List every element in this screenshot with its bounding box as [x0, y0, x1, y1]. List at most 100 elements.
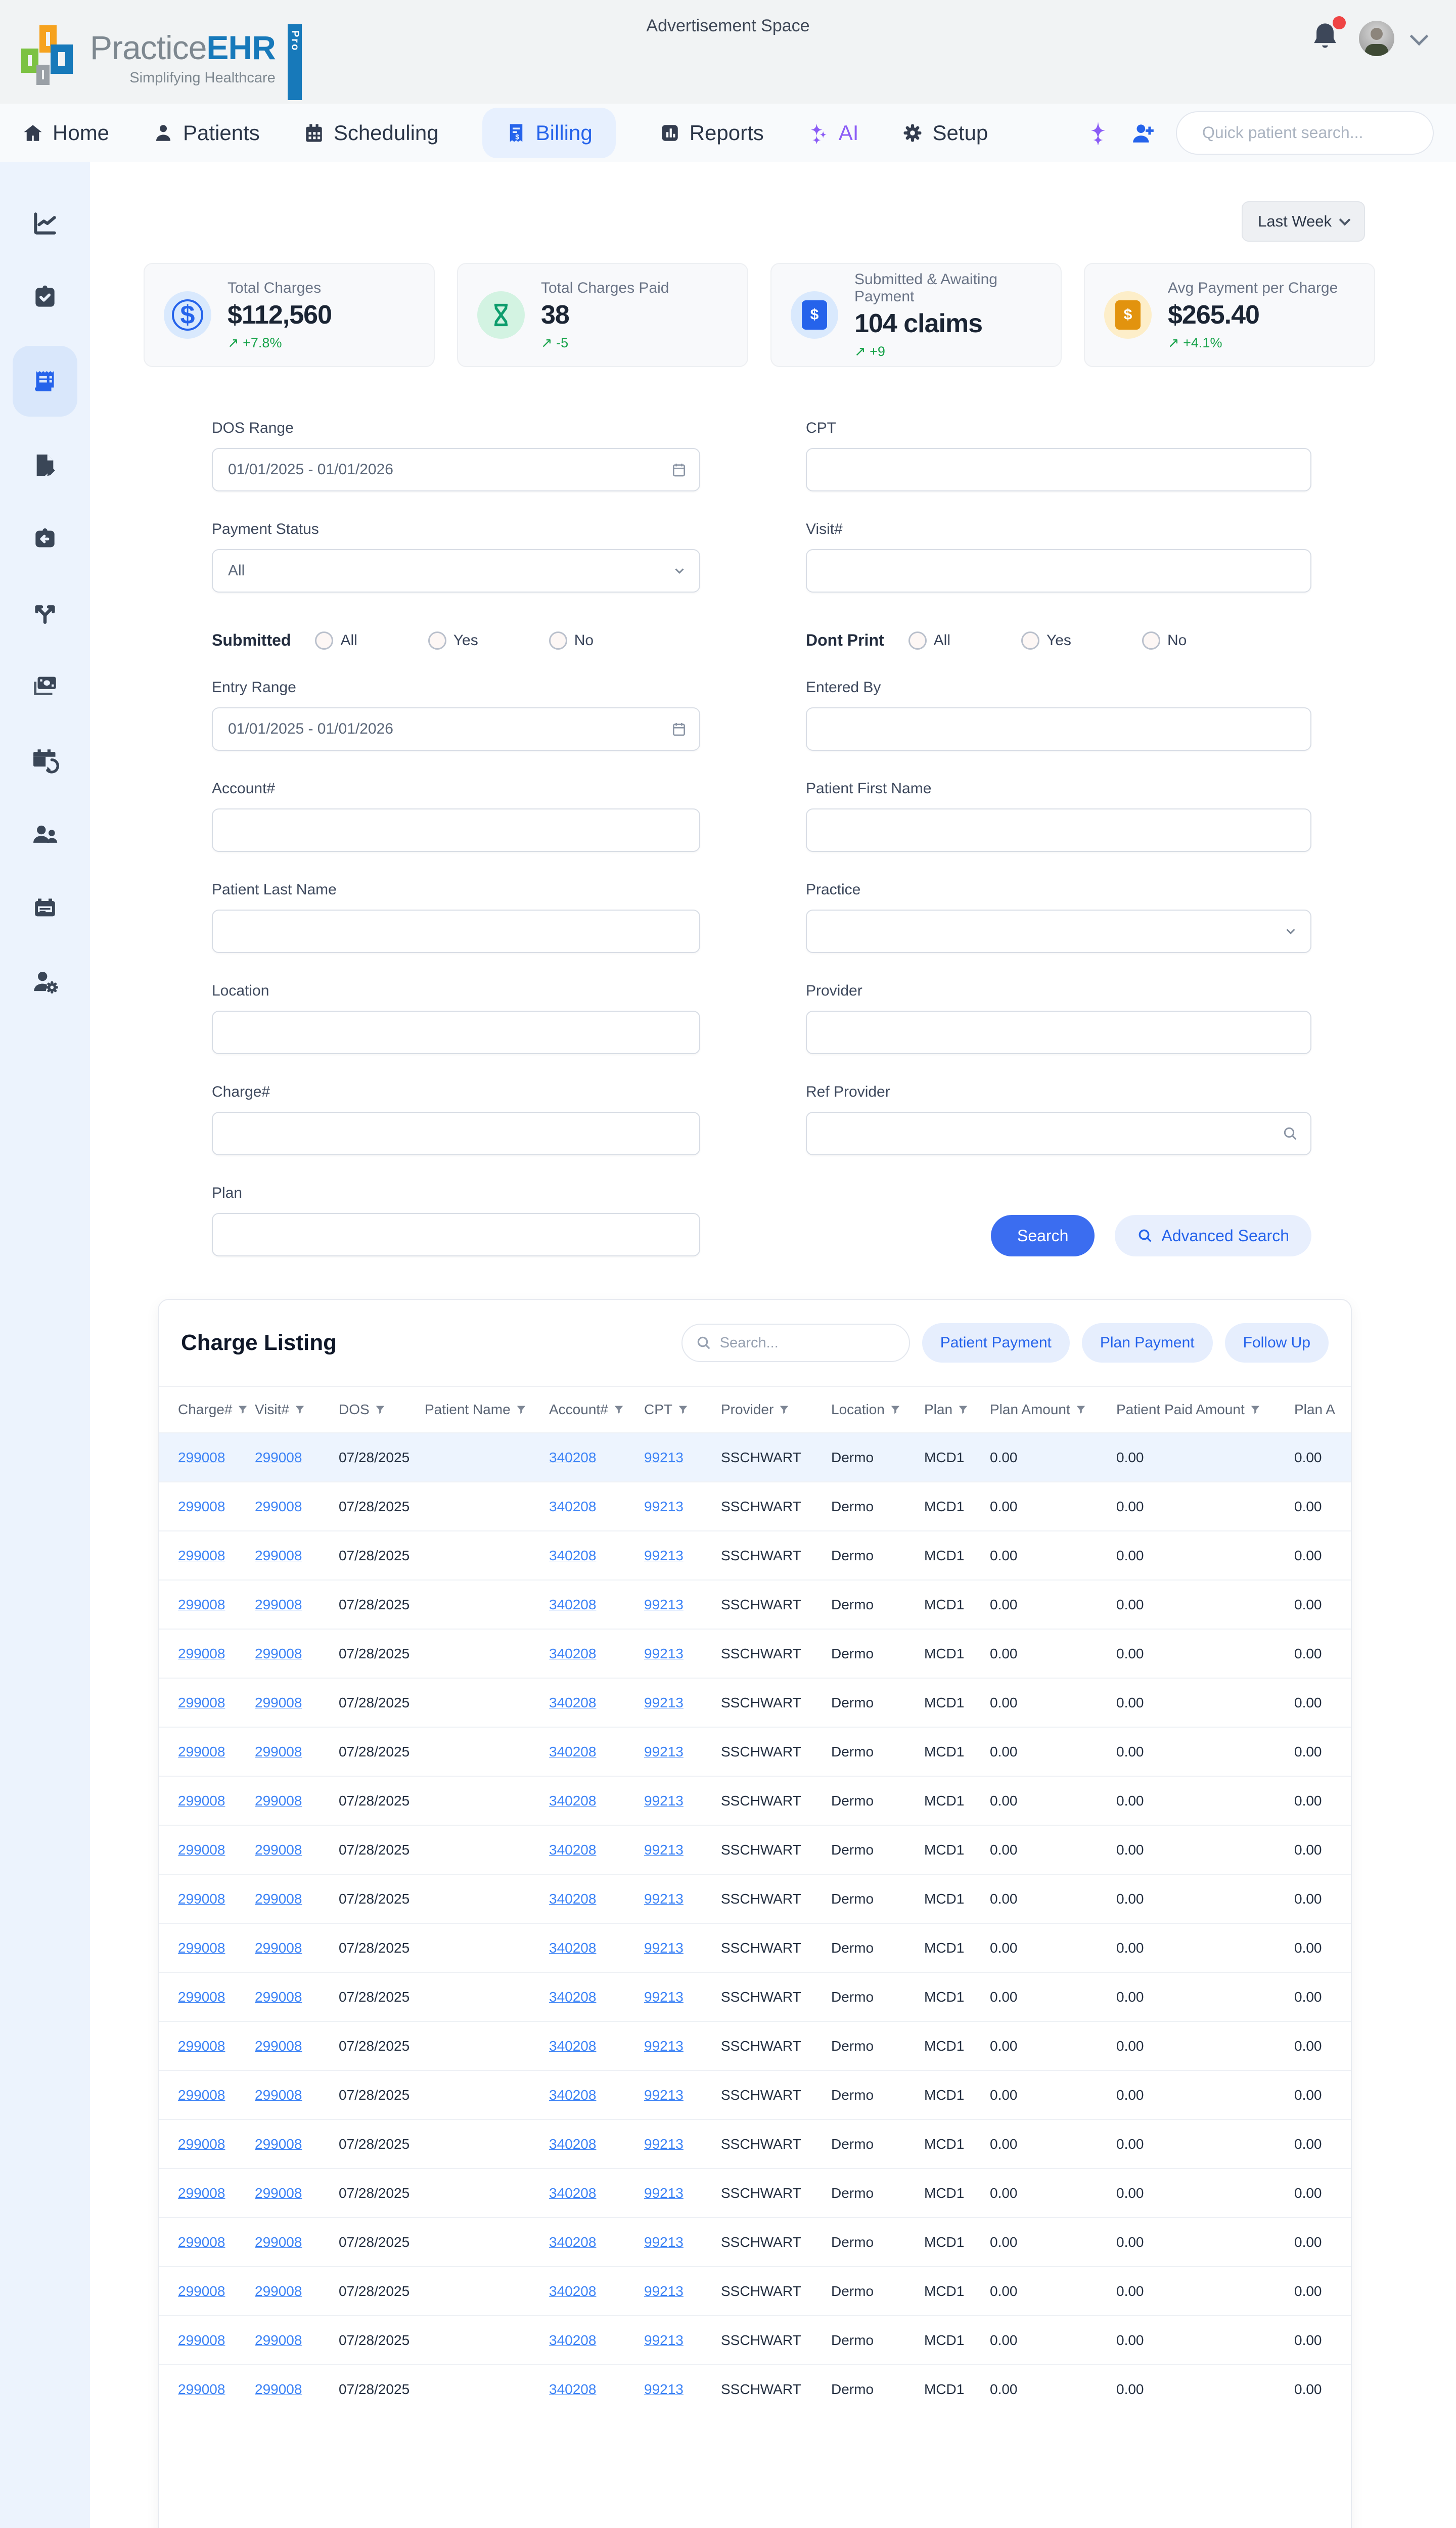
table-row[interactable]: 29900829900807/28/202534020899213SSCHWAR…: [159, 1825, 1352, 1874]
cell-link[interactable]: 299008: [255, 1450, 302, 1465]
user-avatar[interactable]: [1359, 21, 1394, 56]
cell-link[interactable]: 340208: [549, 2185, 596, 2201]
cell-link[interactable]: 99213: [644, 1450, 684, 1465]
nav-item-billing[interactable]: $ Billing: [482, 108, 616, 158]
quick-patient-search[interactable]: [1176, 111, 1434, 155]
column-header-plan[interactable]: Plan: [924, 1386, 990, 1433]
filter-funnel-icon[interactable]: [294, 1404, 305, 1416]
filter-funnel-icon[interactable]: [516, 1404, 527, 1416]
cell-link[interactable]: 299008: [255, 2185, 302, 2201]
sidebar-item-tasks[interactable]: [13, 272, 77, 323]
cell-link[interactable]: 99213: [644, 1646, 684, 1661]
cell-link[interactable]: 299008: [255, 1597, 302, 1612]
visit-input[interactable]: [806, 549, 1311, 593]
cell-link[interactable]: 340208: [549, 1695, 596, 1710]
dos-range-input[interactable]: [212, 448, 700, 491]
add-patient-icon[interactable]: [1130, 120, 1156, 146]
quick-patient-search-input[interactable]: [1202, 123, 1415, 142]
column-header-patient-paid-amount[interactable]: Patient Paid Amount: [1116, 1386, 1294, 1433]
cell-link[interactable]: 99213: [644, 2234, 684, 2250]
dont-print-option-all[interactable]: All: [908, 631, 950, 650]
table-row[interactable]: 29900829900807/28/202534020899213SSCHWAR…: [159, 2316, 1352, 2365]
table-row[interactable]: 29900829900807/28/202534020899213SSCHWAR…: [159, 1433, 1352, 1482]
cell-link[interactable]: 299008: [178, 1940, 225, 1956]
ai-assistant-sparkle-icon[interactable]: [1086, 121, 1110, 145]
entered-by-input[interactable]: [806, 707, 1311, 751]
table-search[interactable]: [681, 1324, 910, 1362]
entry-range-input[interactable]: [212, 707, 700, 751]
submitted-option-all[interactable]: All: [315, 631, 357, 650]
cell-link[interactable]: 340208: [549, 2283, 596, 2299]
table-row[interactable]: 29900829900807/28/202534020899213SSCHWAR…: [159, 2267, 1352, 2316]
column-header-cpt[interactable]: CPT: [644, 1386, 721, 1433]
cell-link[interactable]: 299008: [178, 2332, 225, 2348]
cell-link[interactable]: 299008: [255, 2234, 302, 2250]
filter-funnel-icon[interactable]: [779, 1404, 790, 1416]
cell-link[interactable]: 299008: [255, 1793, 302, 1809]
cell-link[interactable]: 99213: [644, 1793, 684, 1809]
cell-link[interactable]: 299008: [178, 2283, 225, 2299]
nav-item-scheduling[interactable]: Scheduling: [303, 121, 439, 145]
table-row[interactable]: 29900829900807/28/202534020899213SSCHWAR…: [159, 1678, 1352, 1727]
cpt-input[interactable]: [806, 448, 1311, 491]
sidebar-item-patient-groups[interactable]: [13, 809, 77, 860]
cell-link[interactable]: 99213: [644, 1597, 684, 1612]
cell-link[interactable]: 99213: [644, 1548, 684, 1563]
filter-funnel-icon[interactable]: [613, 1404, 624, 1416]
cell-link[interactable]: 99213: [644, 2136, 684, 2152]
filter-funnel-icon[interactable]: [890, 1404, 901, 1416]
table-row[interactable]: 29900829900807/28/202534020899213SSCHWAR…: [159, 2119, 1352, 2169]
cell-link[interactable]: 299008: [178, 1450, 225, 1465]
table-row[interactable]: 29900829900807/28/202534020899213SSCHWAR…: [159, 1972, 1352, 2021]
cell-link[interactable]: 340208: [549, 2136, 596, 2152]
filter-funnel-icon[interactable]: [375, 1404, 386, 1416]
nav-item-reports[interactable]: Reports: [659, 121, 764, 145]
cell-link[interactable]: 299008: [255, 1940, 302, 1956]
period-select[interactable]: Last Week: [1242, 201, 1365, 242]
plan-payment-button[interactable]: Plan Payment: [1082, 1323, 1213, 1363]
cell-link[interactable]: 340208: [549, 1646, 596, 1661]
table-row[interactable]: 29900829900807/28/202534020899213SSCHWAR…: [159, 2021, 1352, 2070]
cell-link[interactable]: 340208: [549, 1450, 596, 1465]
cell-link[interactable]: 299008: [255, 1842, 302, 1858]
table-row[interactable]: 29900829900807/28/202534020899213SSCHWAR…: [159, 1629, 1352, 1678]
cell-link[interactable]: 99213: [644, 1989, 684, 2005]
patient-first-name-input[interactable]: [806, 808, 1311, 852]
sidebar-item-charge-entry[interactable]: [13, 440, 77, 490]
cell-link[interactable]: 299008: [178, 2038, 225, 2054]
cell-link[interactable]: 299008: [178, 1891, 225, 1907]
column-header-patient-name[interactable]: Patient Name: [425, 1386, 549, 1433]
cell-link[interactable]: 299008: [178, 1793, 225, 1809]
column-header-plan-amount[interactable]: Plan Amount: [990, 1386, 1116, 1433]
cell-link[interactable]: 299008: [178, 1695, 225, 1710]
cell-link[interactable]: 340208: [549, 2381, 596, 2397]
filter-funnel-icon[interactable]: [1250, 1404, 1261, 1416]
cell-link[interactable]: 299008: [255, 2087, 302, 2103]
cell-link[interactable]: 299008: [255, 2283, 302, 2299]
cell-link[interactable]: 299008: [255, 1695, 302, 1710]
cell-link[interactable]: 99213: [644, 2087, 684, 2103]
cell-link[interactable]: 340208: [549, 1744, 596, 1759]
cell-link[interactable]: 299008: [255, 1499, 302, 1514]
table-row[interactable]: 29900829900807/28/202534020899213SSCHWAR…: [159, 2365, 1352, 2414]
column-header-charge-[interactable]: Charge#: [159, 1386, 255, 1433]
table-row[interactable]: 29900829900807/28/202534020899213SSCHWAR…: [159, 2169, 1352, 2218]
cell-link[interactable]: 340208: [549, 1597, 596, 1612]
practice-select[interactable]: [806, 910, 1311, 953]
location-input[interactable]: [212, 1011, 700, 1054]
cell-link[interactable]: 299008: [178, 1989, 225, 2005]
submitted-option-yes[interactable]: Yes: [428, 631, 478, 650]
sidebar-item-payments[interactable]: [13, 661, 77, 712]
dont-print-option-yes[interactable]: Yes: [1021, 631, 1071, 650]
cell-link[interactable]: 299008: [255, 2332, 302, 2348]
provider-input[interactable]: [806, 1011, 1311, 1054]
cell-link[interactable]: 99213: [644, 1499, 684, 1514]
cell-link[interactable]: 340208: [549, 1548, 596, 1563]
filter-funnel-icon[interactable]: [958, 1404, 969, 1416]
column-header-dos[interactable]: DOS: [339, 1386, 425, 1433]
column-header-provider[interactable]: Provider: [721, 1386, 831, 1433]
cell-link[interactable]: 299008: [178, 2087, 225, 2103]
cell-link[interactable]: 340208: [549, 2332, 596, 2348]
cell-link[interactable]: 299008: [255, 1646, 302, 1661]
cell-link[interactable]: 299008: [178, 1744, 225, 1759]
